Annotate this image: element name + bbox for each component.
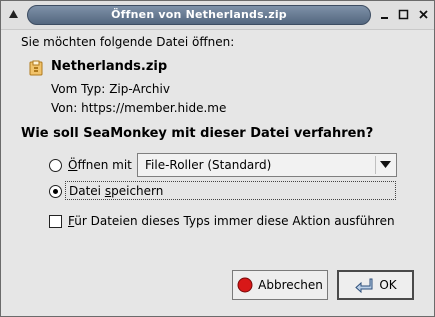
action-question: Wie soll SeaMonkey mit dieser Datei verf…	[21, 126, 374, 141]
file-type-value: Zip-Archiv	[109, 82, 170, 96]
enter-arrow-icon	[355, 278, 373, 293]
window-menu-icon[interactable]	[6, 7, 21, 22]
file-source-value: https://member.hide.me	[81, 101, 227, 115]
application-select[interactable]: File-Roller (Standard)	[137, 153, 397, 177]
ok-button-label: OK	[379, 278, 397, 292]
always-label-rest: ür Dateien dieses Typs immer diese Aktio…	[74, 214, 395, 228]
file-name: Netherlands.zip	[51, 59, 168, 74]
close-icon[interactable]	[416, 7, 431, 22]
always-do-this-checkbox[interactable]	[49, 215, 62, 228]
save-file-label-rest: peichern	[111, 184, 164, 198]
maximize-icon[interactable]	[396, 7, 411, 22]
file-source-label: Von:	[51, 101, 78, 115]
cancel-button-label: Abbrechen	[258, 278, 323, 292]
save-file-radio[interactable]	[49, 185, 62, 198]
archive-file-icon	[28, 60, 44, 76]
save-file-label[interactable]: Datei speichern	[69, 184, 163, 198]
open-with-label[interactable]: Öffnen mit	[68, 158, 132, 172]
window-title: Öffnen von Netherlands.zip	[27, 5, 371, 25]
file-type-line: Vom Typ: Zip-Archiv	[51, 82, 170, 96]
cancel-button[interactable]: Abbrechen	[232, 270, 328, 300]
dialog-content: Sie möchten folgende Datei öffnen: Nethe…	[1, 30, 434, 316]
file-type-label: Vom Typ:	[51, 82, 106, 96]
stop-icon	[237, 277, 253, 293]
open-with-radio[interactable]	[49, 159, 62, 172]
always-do-this-label[interactable]: Für Dateien dieses Typs immer diese Akti…	[68, 214, 395, 228]
radio-selected-dot	[53, 189, 58, 194]
file-source-line: Von: https://member.hide.me	[51, 101, 226, 115]
dialog-window: Öffnen von Netherlands.zip Sie möchten f…	[0, 0, 435, 317]
application-select-value: File-Roller (Standard)	[145, 158, 272, 172]
title-bar[interactable]: Öffnen von Netherlands.zip	[1, 1, 434, 30]
save-file-label-first: Datei	[69, 184, 105, 198]
prompt-text: Sie möchten folgende Datei öffnen:	[21, 35, 235, 49]
open-with-label-rest: ffnen mit	[77, 158, 132, 172]
dropdown-arrow-icon[interactable]	[375, 156, 394, 174]
ok-button[interactable]: OK	[337, 270, 414, 300]
minimize-icon[interactable]	[377, 7, 392, 22]
